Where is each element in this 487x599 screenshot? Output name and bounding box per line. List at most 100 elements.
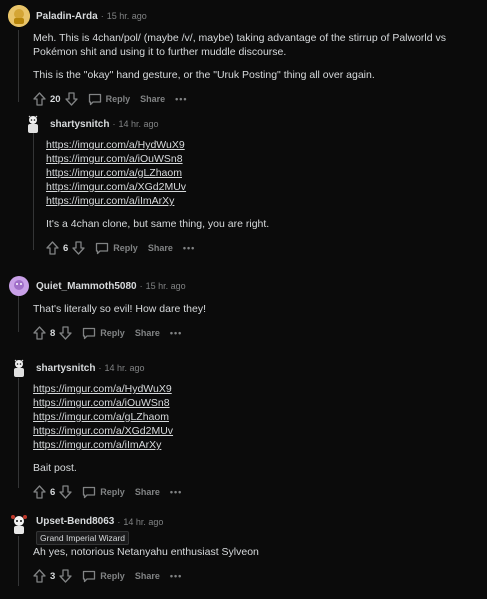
reply-label: Reply [105, 94, 131, 104]
share-label: Share [140, 94, 166, 104]
comment-body: That's literally so evil! How dare they! [33, 302, 478, 316]
overflow-icon: ••• [182, 243, 196, 253]
comment-body: Ah yes, notorious Netanyahu enthusiast S… [33, 545, 478, 559]
downvote-icon[interactable] [59, 569, 72, 583]
upvote-icon[interactable] [33, 92, 46, 106]
overflow-menu-button[interactable]: ••• [170, 571, 182, 581]
link[interactable]: https://imgur.com/a/iImArXy [33, 438, 478, 452]
overflow-icon: ••• [169, 487, 183, 497]
vote-count: 6 [63, 242, 69, 254]
link[interactable]: https://imgur.com/a/iImArXy [46, 194, 477, 208]
upvote-icon[interactable] [46, 241, 59, 255]
reply-button[interactable]: Reply [82, 327, 125, 340]
comment: shartysnitch · 14 hr. ago https://imgur.… [8, 357, 478, 501]
timestamp[interactable]: 14 hr. ago [118, 119, 158, 129]
comment-header: shartysnitch · 14 hr. ago [8, 357, 478, 379]
share-label: Share [147, 243, 173, 253]
separator-dot: · [117, 516, 121, 527]
link[interactable]: https://imgur.com/a/XGd2MUv [46, 180, 477, 194]
avatar[interactable] [8, 5, 30, 27]
comment-header: Paladin-Arda · 15 hr. ago [8, 5, 478, 27]
avatar[interactable] [22, 113, 44, 135]
reply-button[interactable]: Reply [88, 93, 131, 106]
comment-actions: 3 Reply Share ••• [33, 567, 478, 585]
user-flair: Grand Imperial Wizard [36, 531, 130, 545]
comment-actions: 20 Reply Share ••• [33, 90, 478, 108]
link[interactable]: https://imgur.com/a/iOuWSn8 [33, 396, 478, 410]
comment-text: That's literally so evil! How dare they! [33, 303, 206, 315]
author-name[interactable]: shartysnitch [50, 119, 109, 130]
link[interactable]: https://imgur.com/a/iOuWSn8 [46, 152, 477, 166]
overflow-menu-button[interactable]: ••• [175, 94, 187, 104]
comment-text: Ah yes, notorious Netanyahu enthusiast S… [33, 546, 259, 558]
vote-count: 3 [50, 570, 56, 582]
author-block: Upset-Bend8063 · 14 hr. ago Grand Imperi… [36, 513, 163, 546]
downvote-icon[interactable] [72, 241, 85, 255]
share-button[interactable]: Share [135, 487, 160, 497]
link[interactable]: https://imgur.com/a/HydWuX9 [46, 138, 477, 152]
downvote-icon[interactable] [64, 92, 78, 106]
share-label: Share [134, 487, 160, 497]
reply-label: Reply [100, 487, 125, 497]
comment-header: shartysnitch · 14 hr. ago [22, 113, 477, 135]
upvote-icon[interactable] [33, 485, 46, 499]
separator-dot: · [100, 11, 104, 21]
timestamp[interactable]: 14 hr. ago [123, 517, 163, 527]
vote-group: 6 [46, 241, 85, 255]
comment-icon [83, 570, 96, 582]
overflow-menu-button[interactable]: ••• [170, 487, 182, 497]
timestamp[interactable]: 14 hr. ago [104, 363, 144, 373]
avatar[interactable] [8, 357, 30, 379]
reply-button[interactable]: Reply [95, 242, 138, 255]
author-name[interactable]: shartysnitch [36, 363, 95, 374]
downvote-icon[interactable] [59, 485, 72, 499]
share-label: Share [134, 571, 160, 581]
overflow-icon: ••• [169, 571, 183, 581]
comment-body: https://imgur.com/a/HydWuX9 https://imgu… [33, 382, 478, 475]
vote-group: 20 [33, 92, 78, 106]
link[interactable]: https://imgur.com/a/gLZhaom [46, 166, 477, 180]
comment-actions: 6 Reply Share ••• [46, 239, 477, 257]
comment-icon [88, 93, 101, 105]
overflow-menu-button[interactable]: ••• [170, 328, 182, 338]
timestamp[interactable]: 15 hr. ago [107, 11, 147, 21]
timestamp[interactable]: 15 hr. ago [146, 281, 186, 291]
link[interactable]: https://imgur.com/a/XGd2MUv [33, 424, 478, 438]
comment-actions: 6 Reply Share ••• [33, 483, 478, 501]
share-button[interactable]: Share [140, 94, 165, 104]
comment-body: https://imgur.com/a/HydWuX9 https://imgu… [46, 138, 477, 231]
share-button[interactable]: Share [135, 571, 160, 581]
share-button[interactable]: Share [135, 328, 160, 338]
avatar[interactable] [8, 275, 30, 297]
downvote-icon[interactable] [59, 326, 72, 340]
comment: shartysnitch · 14 hr. ago https://imgur.… [22, 113, 477, 257]
separator-dot: · [112, 119, 116, 129]
reply-button[interactable]: Reply [82, 486, 125, 499]
author-name[interactable]: Quiet_Mammoth5080 [36, 281, 137, 292]
author-name[interactable]: Upset-Bend8063 [36, 516, 114, 527]
reply-label: Reply [113, 243, 138, 253]
comment-icon [96, 242, 109, 254]
comment-header: Upset-Bend8063 · 14 hr. ago Grand Imperi… [8, 513, 478, 545]
overflow-icon: ••• [169, 328, 183, 338]
separator-dot: · [98, 363, 102, 373]
upvote-icon[interactable] [33, 326, 46, 340]
vote-group: 8 [33, 326, 72, 340]
link[interactable]: https://imgur.com/a/gLZhaom [33, 410, 478, 424]
reply-label: Reply [100, 571, 125, 581]
overflow-menu-button[interactable]: ••• [183, 243, 195, 253]
upvote-icon[interactable] [33, 569, 46, 583]
share-button[interactable]: Share [148, 243, 173, 253]
comment-text: This is the "okay" hand gesture, or the … [33, 69, 375, 81]
avatar[interactable] [8, 513, 30, 535]
link[interactable]: https://imgur.com/a/HydWuX9 [33, 382, 478, 396]
vote-count: 8 [50, 327, 56, 339]
comment-icon [83, 327, 96, 339]
comment-text: Bait post. [33, 462, 77, 474]
separator-dot: · [139, 281, 143, 291]
author-name[interactable]: Paladin-Arda [36, 11, 98, 22]
reply-button[interactable]: Reply [82, 570, 125, 583]
comment-actions: 8 Reply Share ••• [33, 324, 478, 342]
comment: Upset-Bend8063 · 14 hr. ago Grand Imperi… [8, 513, 478, 585]
comment-header: Quiet_Mammoth5080 · 15 hr. ago [8, 275, 478, 297]
